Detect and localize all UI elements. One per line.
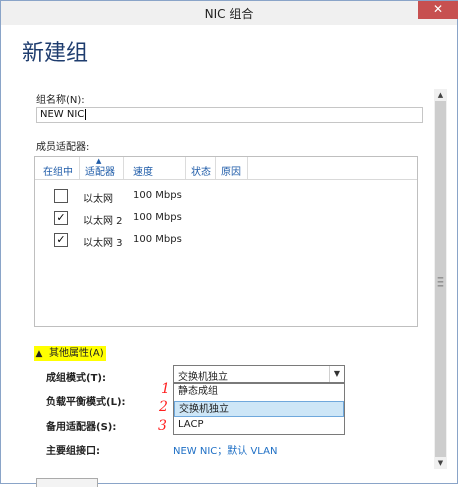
member-adapters-label: 成员适配器: [36,142,90,153]
team-name-value: NEW NIC [40,109,85,120]
column-header-in-team[interactable]: 在组中 [43,163,73,178]
team-name-input[interactable]: NEW NIC [36,107,423,123]
primary-interface-label: 主要组接口: [46,446,100,457]
member-adapters-table: 在组中 ▲ 适配器 速度 状态 原因 以太网 100 Mbps ✓ 以太网 2 … [34,156,418,327]
adapter-speed: 100 Mbps [133,212,182,223]
table-row[interactable]: 以太网 100 Mbps [35,186,417,206]
adapter-speed: 100 Mbps [133,190,182,201]
column-divider[interactable] [215,157,216,179]
adapter-name: 以太网 2 [83,216,123,227]
more-properties-label: 其他属性(A) [49,348,104,359]
chevron-down-icon[interactable]: ▼ [329,366,344,382]
column-divider[interactable] [185,157,186,179]
standby-adapter-label: 备用适配器(S): [46,422,117,433]
scroll-down-icon[interactable]: ▼ [434,457,447,469]
page-title: 新建组 [22,41,89,66]
table-row[interactable]: ✓ 以太网 3 100 Mbps [35,230,417,250]
adapter-name: 以太网 [83,194,113,205]
in-team-checkbox[interactable]: ✓ [54,233,68,247]
teaming-mode-label: 成组模式(T): [46,373,106,384]
adapter-name: 以太网 3 [83,238,123,249]
close-button[interactable]: ✕ [418,1,458,19]
table-header: 在组中 ▲ 适配器 速度 状态 原因 [35,157,417,180]
dropdown-option-lacp[interactable]: LACP [174,417,344,433]
teaming-mode-dropdown: 静态成组 交换机独立 LACP [173,383,345,435]
column-header-speed[interactable]: 速度 [133,163,153,178]
adapter-speed: 100 Mbps [133,234,182,245]
column-divider[interactable] [247,157,248,179]
column-header-adapter[interactable]: 适配器 [85,163,115,178]
column-header-status[interactable]: 状态 [191,163,211,178]
team-name-label: 组名称(N): [36,95,85,106]
table-row[interactable]: ✓ 以太网 2 100 Mbps [35,208,417,228]
scroll-up-icon[interactable]: ▲ [434,89,447,101]
annotation-number-2: 2 [159,399,168,415]
in-team-checkbox[interactable] [54,189,68,203]
chevron-up-icon: ▲ [35,349,43,359]
load-balancing-label: 负载平衡模式(L): [46,397,126,408]
option-label: 静态成组 [178,386,218,397]
column-header-reason[interactable]: 原因 [221,163,241,178]
dropdown-option-static[interactable]: 静态成组 [174,384,344,400]
option-label: 交换机独立 [179,404,229,415]
scrollbar-grip-icon: ─ ─ ─ [437,274,444,292]
text-caret [85,108,87,120]
column-divider[interactable] [79,157,80,179]
window-title: NIC 组合 [204,7,254,21]
option-label: LACP [178,419,204,430]
nic-teaming-dialog: NIC 组合 ✕ 新建组 组名称(N): NEW NIC 成员适配器: 在组中 … [0,0,458,487]
more-properties-toggle[interactable]: ▲ 其他属性(A) [34,346,106,361]
partially-visible-button[interactable] [36,478,98,487]
teaming-mode-select[interactable]: 交换机独立 ▼ [173,365,345,383]
primary-interface-link[interactable]: NEW NIC；默认 VLAN [173,442,277,457]
annotation-number-1: 1 [161,381,170,397]
column-divider[interactable] [123,157,124,179]
in-team-checkbox[interactable]: ✓ [54,211,68,225]
teaming-mode-value: 交换机独立 [178,372,228,383]
annotation-number-3: 3 [158,418,167,434]
dropdown-option-switch-independent[interactable]: 交换机独立 [174,401,344,417]
